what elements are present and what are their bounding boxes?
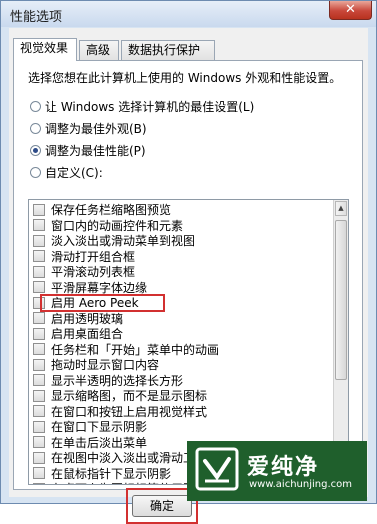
window-title: 性能选项 xyxy=(10,10,63,25)
effect-label: 平滑滚动列表框 xyxy=(51,265,136,280)
effect-item[interactable]: 启用透明玻璃 xyxy=(29,311,333,327)
effect-checkbox[interactable] xyxy=(33,358,45,371)
effect-checkbox[interactable] xyxy=(33,436,45,449)
effect-checkbox[interactable] xyxy=(33,482,45,484)
dialog-body: 视觉效果 高级 数据执行保护 选择您想在此计算机上使用的 Windows 外观和… xyxy=(9,28,368,524)
effect-checkbox[interactable] xyxy=(33,234,45,247)
option-label: 调整为最佳外观(B) xyxy=(45,121,147,136)
effect-item[interactable]: 拖动时显示窗口内容 xyxy=(29,357,333,373)
radio-button[interactable] xyxy=(30,100,41,112)
effect-item[interactable]: 滑动打开组合框 xyxy=(29,249,333,265)
description-text: 选择您想在此计算机上使用的 Windows 外观和性能设置。 xyxy=(28,71,342,85)
effect-item[interactable]: 平滑滚动列表框 xyxy=(29,264,333,280)
visual-effects-panel: 选择您想在此计算机上使用的 Windows 外观和性能设置。 让 Windows… xyxy=(13,60,363,490)
effect-checkbox[interactable] xyxy=(33,281,45,294)
effect-label: 在单击后淡出菜单 xyxy=(51,435,148,450)
watermark-text: 爱纯净 xyxy=(247,455,320,480)
effect-label: 窗口内的动画控件和元素 xyxy=(51,218,184,233)
effect-checkbox[interactable] xyxy=(33,203,45,216)
effect-label: 在桌面上为图标标签使用阴影 xyxy=(51,480,207,484)
effect-item[interactable]: 在窗口和按钮上启用视觉样式 xyxy=(29,404,333,420)
aero-peek-highlight-box xyxy=(40,294,165,312)
title-bar: 性能选项 ✕ xyxy=(1,1,376,27)
scrollbar-thumb[interactable] xyxy=(335,220,347,380)
effect-item[interactable]: 显示缩略图，而不是显示图标 xyxy=(29,388,333,404)
effect-checkbox[interactable] xyxy=(33,420,45,433)
effect-checkbox[interactable] xyxy=(33,219,45,232)
effect-label: 任务栏和「开始」菜单中的动画 xyxy=(51,342,220,357)
close-button[interactable]: ✕ xyxy=(329,1,372,20)
effect-label: 启用桌面组合 xyxy=(51,327,124,342)
effect-checkbox[interactable] xyxy=(33,343,45,356)
effect-item[interactable]: 在窗口下显示阴影 xyxy=(29,419,333,435)
option-label: 调整为最佳性能(P) xyxy=(45,143,146,158)
effect-checkbox[interactable] xyxy=(33,327,45,340)
effect-checkbox[interactable] xyxy=(33,405,45,418)
effect-item[interactable]: 淡入淡出或滑动菜单到视图 xyxy=(29,233,333,249)
effect-label: 在窗口和按钮上启用视觉样式 xyxy=(51,404,208,419)
option-best-performance[interactable]: 调整为最佳性能(P) xyxy=(30,141,146,159)
effect-label: 拖动时显示窗口内容 xyxy=(51,358,160,373)
effect-checkbox[interactable] xyxy=(33,467,45,480)
effect-item[interactable]: 显示半透明的选择长方形 xyxy=(29,373,333,389)
effect-checkbox[interactable] xyxy=(33,265,45,278)
effect-label: 显示半透明的选择长方形 xyxy=(51,373,184,388)
effect-item[interactable]: 窗口内的动画控件和元素 xyxy=(29,218,333,234)
tab-visual-effects[interactable]: 视觉效果 xyxy=(13,38,77,61)
performance-options-window: 性能选项 ✕ 视觉效果 高级 数据执行保护 选择您想在此计算机上使用的 Wind… xyxy=(0,0,377,524)
effect-item[interactable]: 任务栏和「开始」菜单中的动画 xyxy=(29,342,333,358)
effect-label: 淡入淡出或滑动菜单到视图 xyxy=(51,234,196,249)
watermark-url: www.aichunjing.com xyxy=(249,479,352,490)
radio-button-selected[interactable] xyxy=(30,144,41,156)
effect-label: 在窗口下显示阴影 xyxy=(51,420,148,435)
effect-label: 在鼠标指针下显示阴影 xyxy=(51,466,172,481)
option-let-windows-choose[interactable]: 让 Windows 选择计算机的最佳设置(L) xyxy=(30,97,254,115)
option-label: 自定义(C): xyxy=(45,165,103,180)
effect-item[interactable]: 平滑屏幕字体边缘 xyxy=(29,280,333,296)
option-best-appearance[interactable]: 调整为最佳外观(B) xyxy=(30,119,147,137)
effect-label: 保存任务栏缩略图预览 xyxy=(51,203,172,218)
radio-button[interactable] xyxy=(30,166,41,178)
effect-checkbox[interactable] xyxy=(33,312,45,325)
watermark: 爱纯净 www.aichunjing.com xyxy=(187,441,367,501)
radio-button[interactable] xyxy=(30,122,41,134)
effect-label: 启用透明玻璃 xyxy=(51,311,124,326)
effect-checkbox[interactable] xyxy=(33,374,45,387)
option-custom[interactable]: 自定义(C): xyxy=(30,163,103,181)
effect-item[interactable]: 保存任务栏缩略图预览 xyxy=(29,202,333,218)
effect-label: 显示缩略图，而不是显示图标 xyxy=(51,389,208,404)
effect-item[interactable]: 启用桌面组合 xyxy=(29,326,333,342)
tab-advanced[interactable]: 高级 xyxy=(79,40,119,60)
tab-data-execution-prevention[interactable]: 数据执行保护 xyxy=(121,40,215,60)
scroll-up-button[interactable]: ▲ xyxy=(335,201,347,216)
effect-label: 滑动打开组合框 xyxy=(51,249,136,264)
effect-checkbox[interactable] xyxy=(33,451,45,464)
effect-checkbox[interactable] xyxy=(33,389,45,402)
option-label: 让 Windows 选择计算机的最佳设置(L) xyxy=(45,99,255,114)
watermark-logo-icon xyxy=(195,447,239,491)
effect-checkbox[interactable] xyxy=(33,250,45,263)
